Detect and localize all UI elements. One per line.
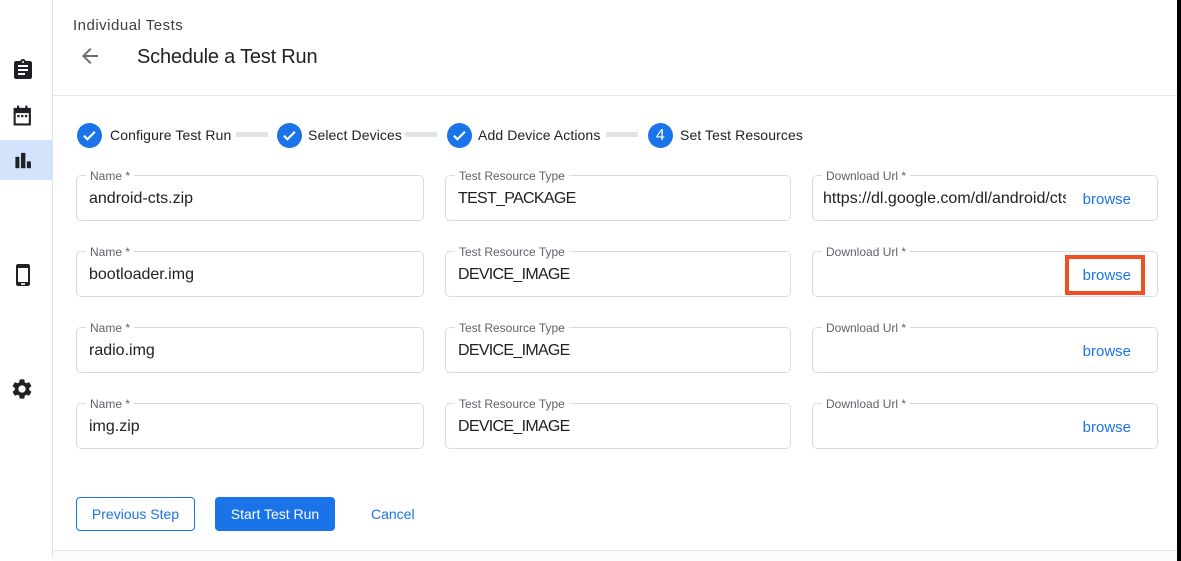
svg-text:4: 4 [656, 126, 665, 144]
